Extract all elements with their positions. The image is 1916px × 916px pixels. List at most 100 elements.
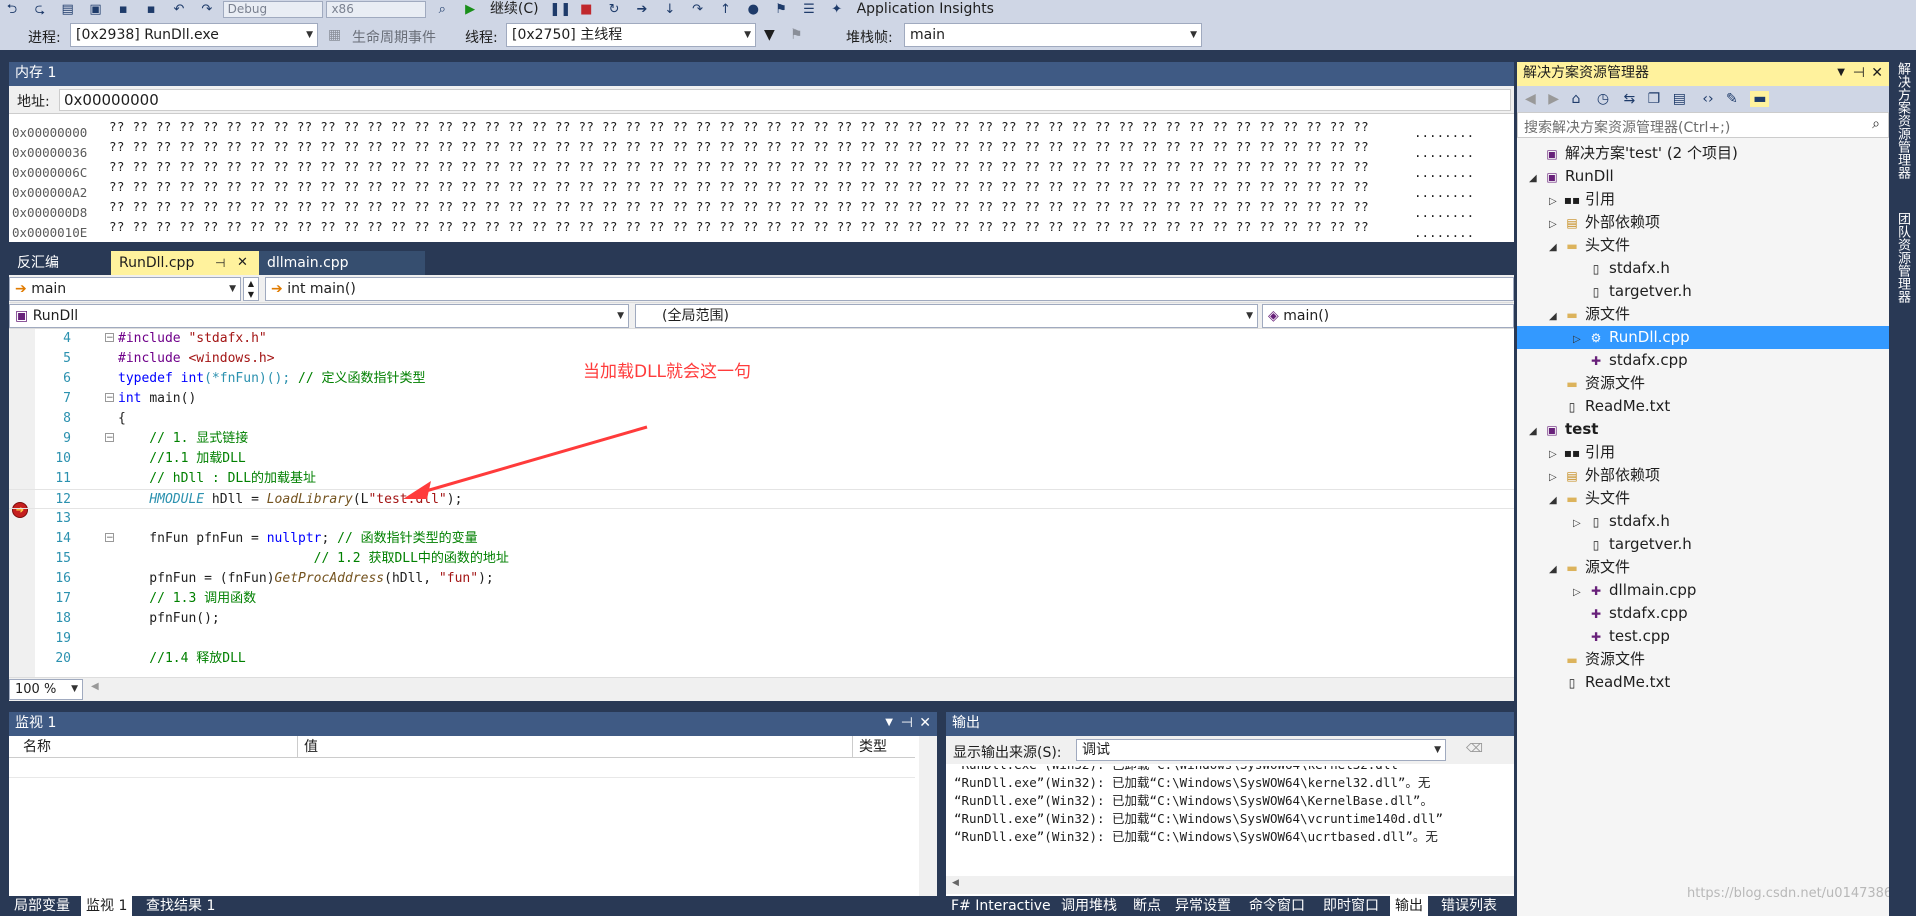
application-insights-button[interactable]: Application Insights [853, 0, 998, 18]
tree-item-selected[interactable]: ▷ ⚙ RunDll.cpp [1517, 326, 1889, 349]
continue-icon[interactable]: ▶ [461, 2, 479, 18]
view-code-icon[interactable]: ‹› [1702, 91, 1713, 107]
tab-disassembly[interactable]: 反汇编 [9, 251, 67, 275]
tab-immediate-window[interactable]: 即时窗口 [1318, 896, 1384, 916]
pin-icon[interactable]: ⊣ [901, 712, 913, 734]
history-icon[interactable]: ◷ [1597, 91, 1609, 107]
tab-rundll-cpp[interactable]: RunDll.cpp ⊣ ✕ [111, 251, 275, 275]
tree-item[interactable]: ▷ ✚ dllmain.cpp [1573, 579, 1696, 602]
tree-item[interactable]: ▯ targetver.h [1573, 280, 1692, 303]
back-icon[interactable]: ⮌ [3, 2, 21, 18]
forward-icon[interactable]: ⮎ [31, 2, 49, 18]
platform-combo[interactable]: x86 [326, 1, 427, 18]
tree-item[interactable]: ✚ test.cpp [1573, 625, 1670, 648]
save-all-icon[interactable]: ▪ [142, 2, 160, 18]
collapse-region-icon[interactable]: − [105, 533, 114, 543]
undo-icon[interactable]: ↶ [170, 2, 188, 18]
project-combo[interactable]: ▣ RunDll ▼ [9, 304, 629, 328]
scroll-left-icon[interactable]: ◀ [91, 681, 99, 692]
show-next-statement-icon[interactable]: ➔ [633, 2, 651, 18]
solution-search-input[interactable]: 搜索解决方案资源管理器(Ctrl+;) [1524, 117, 1730, 137]
tab-dllmain-cpp[interactable]: dllmain.cpp [259, 251, 425, 275]
pause-icon[interactable]: ❚❚ [549, 2, 571, 18]
tree-item[interactable]: ◢ ▣ test [1529, 418, 1598, 441]
output-horizontal-scrollbar[interactable]: ◀ [946, 876, 1514, 894]
tree-item[interactable]: ✚ stdafx.cpp [1573, 349, 1688, 372]
tree-item[interactable]: ✚ stdafx.cpp [1573, 602, 1688, 625]
tab-output[interactable]: 输出 [1390, 896, 1428, 916]
home-icon[interactable]: ⌂ [1571, 91, 1580, 107]
close-icon[interactable]: ✕ [237, 251, 248, 275]
vtab-solution-explorer[interactable]: 解决方案资源管理器 [1891, 62, 1913, 202]
chevron-down-icon[interactable]: ▼ [885, 712, 893, 734]
tab-fsharp-interactive[interactable]: F# Interactive [946, 896, 1056, 916]
chevron-down-icon[interactable]: ▼ [1837, 62, 1845, 84]
tree-item[interactable]: ▷ ▪▪ 引用 [1549, 441, 1615, 464]
tab-find-results[interactable]: 查找结果 1 [141, 896, 220, 916]
comment-icon[interactable]: ☰ [800, 2, 818, 18]
tree-item[interactable]: ▬ 资源文件 [1549, 648, 1645, 671]
nav-scope-combo[interactable]: ➔ main ▼ [9, 277, 241, 301]
lightbulb-icon[interactable]: ✦ [828, 2, 846, 18]
show-all-files-icon[interactable]: ▤ [1673, 91, 1686, 107]
tab-watch-1[interactable]: 监视 1 [81, 896, 133, 916]
process-combo[interactable]: [0x2938] RunDll.exe ▼ [70, 23, 318, 47]
search-icon[interactable]: ⌕ [1872, 116, 1880, 132]
step-into-icon[interactable]: ↓ [661, 2, 679, 18]
tree-item[interactable]: ▣ 解决方案'test' (2 个项目) [1529, 142, 1738, 165]
tab-breakpoints[interactable]: 断点 [1128, 896, 1166, 916]
collapse-region-icon[interactable]: − [105, 333, 114, 343]
tree-item[interactable]: ◢ ▬ 源文件 [1549, 556, 1630, 579]
lifecycle-events-button[interactable]: 生命周期事件 [352, 27, 436, 47]
redo-icon[interactable]: ↷ [198, 2, 216, 18]
continue-button[interactable]: 继续(C) [486, 0, 543, 18]
tab-command-window[interactable]: 命令窗口 [1244, 896, 1310, 916]
watch-empty-row[interactable] [9, 758, 915, 778]
lifecycle-events-icon[interactable]: ▦ [328, 27, 341, 43]
preview-icon[interactable]: ▬ [1750, 91, 1770, 107]
tree-item[interactable]: ◢ ▬ 源文件 [1549, 303, 1630, 326]
tree-item[interactable]: ◢ ▬ 头文件 [1549, 234, 1630, 257]
collapse-region-icon[interactable]: − [105, 433, 114, 443]
close-icon[interactable]: ✕ [919, 712, 931, 734]
config-combo[interactable]: Debug [222, 1, 323, 18]
stop-icon[interactable]: ■ [577, 2, 595, 18]
global-scope-combo[interactable]: (全局范围) ▼ [635, 304, 1258, 328]
tree-item[interactable]: ▬ 资源文件 [1549, 372, 1645, 395]
tree-item[interactable]: ▯ targetver.h [1573, 533, 1692, 556]
tree-item[interactable]: ◢ ▬ 头文件 [1549, 487, 1630, 510]
output-source-combo[interactable]: 调试 ▼ [1076, 739, 1446, 761]
pin-icon[interactable]: ⊣ [215, 251, 225, 275]
find-icon[interactable]: ⌕ [433, 2, 451, 18]
column-name[interactable]: 名称 [23, 736, 51, 758]
sync-icon[interactable]: ⇆ [1623, 91, 1635, 107]
pin-icon[interactable]: ⊣ [1853, 62, 1865, 84]
thread-combo[interactable]: [0x2750] 主线程 ▼ [506, 23, 756, 47]
bookmark-icon[interactable]: ⚑ [772, 2, 790, 18]
collapse-all-icon[interactable]: ❐ [1648, 91, 1661, 107]
new-item-icon[interactable]: ▤ [59, 2, 77, 18]
filter-icon[interactable]: ▼ [764, 27, 775, 43]
tab-call-stack[interactable]: 调用堆栈 [1056, 896, 1122, 916]
member-combo[interactable]: ◈ main() [1262, 304, 1514, 328]
back-icon[interactable]: ◀ [1525, 91, 1536, 107]
tab-locals[interactable]: 局部变量 [9, 896, 75, 916]
tree-item[interactable]: ▷ ▤ 外部依赖项 [1549, 464, 1660, 487]
restart-icon[interactable]: ↻ [605, 2, 623, 18]
collapse-region-icon[interactable]: − [105, 393, 114, 403]
tree-item[interactable]: ◢ ▣ RunDll [1529, 165, 1614, 188]
column-value[interactable]: 值 [297, 736, 318, 758]
code-area[interactable]: ➔ 4 #include "stdafx.h" 5 #include <window… [9, 329, 1514, 677]
step-out-icon[interactable]: ↑ [716, 2, 734, 18]
tree-item[interactable]: ▷ ▪▪ 引用 [1549, 188, 1615, 211]
tab-exception-settings[interactable]: 异常设置 [1170, 896, 1236, 916]
nav-spinner[interactable]: ▲ ▼ [243, 277, 259, 301]
solution-search-box[interactable]: 搜索解决方案资源管理器(Ctrl+;) ⌕ [1517, 112, 1889, 138]
tab-error-list[interactable]: 错误列表 [1436, 896, 1502, 916]
scroll-left-icon[interactable]: ◀ [952, 878, 959, 888]
clear-all-icon[interactable]: ⌫ [1466, 741, 1483, 755]
open-file-icon[interactable]: ▣ [86, 2, 104, 18]
zoom-combo[interactable]: 100 % ▼ [9, 679, 83, 700]
tree-item[interactable]: ▷ ▤ 外部依赖项 [1549, 211, 1660, 234]
save-icon[interactable]: ▪ [114, 2, 132, 18]
